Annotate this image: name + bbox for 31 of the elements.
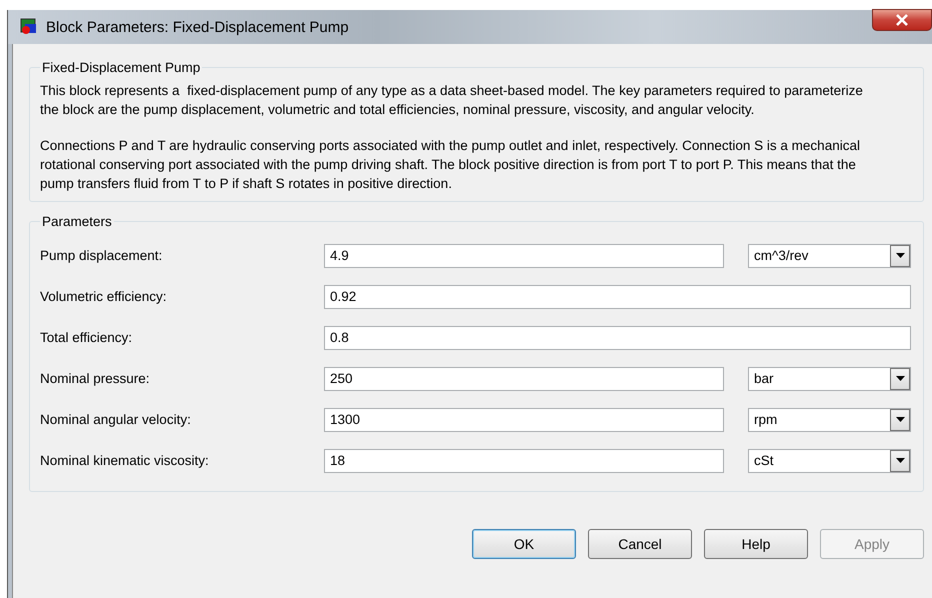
parameter-input[interactable]: 4.9: [324, 244, 724, 268]
parameter-input[interactable]: 0.8: [324, 326, 911, 350]
unit-dropdown[interactable]: bar: [748, 366, 911, 390]
parameter-input[interactable]: 18: [324, 448, 724, 472]
parameter-label: Pump displacement:: [40, 248, 164, 263]
close-button[interactable]: [872, 9, 932, 31]
window-title: Block Parameters: Fixed-Displacement Pump: [46, 18, 350, 36]
unit-dropdown[interactable]: cm^3/rev: [748, 244, 911, 268]
dialog-button[interactable]: OK: [472, 529, 576, 559]
dialog-button[interactable]: Cancel: [588, 529, 692, 559]
description-text: Connections P and T are hydraulic conserving ports associated with the pump outlet and inlet, respectively. Connection S is a mechanical rotational conserving port associated with the pump driving shaft. The block positive direction is from port T to port P. This means that the pump transfers fluid from T to P if shaft S rotates in positive direction.: [40, 137, 861, 193]
parameter-input[interactable]: 0.92: [324, 284, 911, 308]
group-title: Parameters: [41, 214, 113, 229]
close-icon: [895, 14, 909, 26]
unit-dropdown[interactable]: rpm: [748, 408, 911, 432]
parameter-label: Volumetric efficiency:: [40, 289, 168, 304]
dropdown-arrow-icon: [896, 253, 904, 258]
parameter-input[interactable]: 1300: [324, 408, 724, 432]
dialog-button[interactable]: Help: [704, 529, 808, 559]
group-title: Fixed-Displacement Pump: [41, 60, 202, 75]
block-diagram-icon: [20, 18, 38, 36]
unit-dropdown[interactable]: cSt: [748, 448, 911, 472]
dropdown-arrow-icon: [896, 376, 904, 381]
dropdown-arrow-icon: [896, 417, 904, 422]
dropdown-arrow-icon: [896, 458, 904, 463]
parameter-label: Nominal kinematic viscosity:: [40, 453, 210, 468]
parameter-label: Nominal pressure:: [40, 371, 151, 386]
parameter-input[interactable]: 250: [324, 366, 724, 390]
description-text: This block represents a fixed-displacement pump of any type as a data sheet-based model. The key parameters required to parameterize the block are the pump displacement, volumetric and total efficiencies, nominal pressure, viscosity, and angular velocity.: [40, 82, 864, 119]
parameter-label: Total efficiency:: [40, 330, 134, 345]
parameter-label: Nominal angular velocity:: [40, 412, 192, 427]
